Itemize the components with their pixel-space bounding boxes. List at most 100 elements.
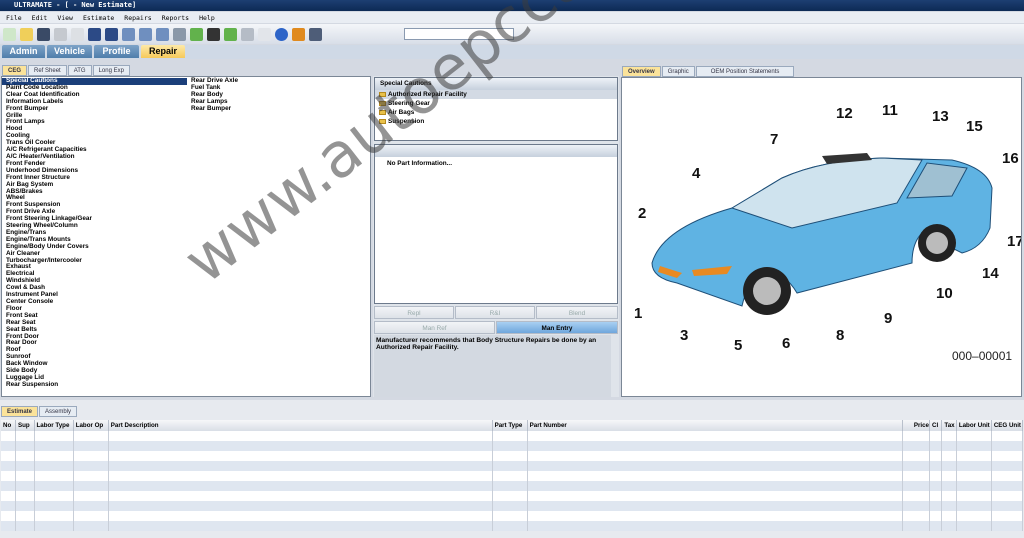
table-cell[interactable] [956,441,992,451]
table-cell[interactable] [902,521,930,531]
add-icon[interactable] [190,27,203,41]
tab-graphic[interactable]: Graphic [661,66,695,77]
table-cell[interactable] [902,511,930,521]
table-cell[interactable] [991,501,1024,511]
tab-oem-position-statements[interactable]: OEM Position Statements [695,66,795,77]
r-and-i-button[interactable]: R&I [455,306,535,319]
menu-repairs[interactable]: Repairs [124,14,151,22]
table-cell[interactable] [902,441,930,451]
table-cell[interactable] [902,491,930,501]
tab-assembly[interactable]: Assembly [39,406,78,417]
table-cell[interactable] [527,441,904,451]
table-cell[interactable] [73,451,109,461]
table-cell[interactable] [929,511,943,521]
table-cell[interactable] [15,501,35,511]
table-row[interactable] [1,491,1024,501]
table-cell[interactable] [929,491,943,501]
column-header[interactable]: No [1,420,16,431]
table-cell[interactable] [1,461,16,471]
table-cell[interactable] [34,471,74,481]
table-cell[interactable] [73,501,109,511]
tab-atg[interactable]: ATG [67,65,92,76]
tab-ref-sheet[interactable]: Ref Sheet [28,65,67,76]
table-cell[interactable] [492,471,528,481]
table-cell[interactable] [73,491,109,501]
caution-item[interactable]: Steering Gear [375,99,617,108]
search-icon[interactable] [173,27,186,41]
menu-view[interactable]: View [57,14,73,22]
book2-icon[interactable] [105,27,118,41]
table-cell[interactable] [956,471,992,481]
image-icon[interactable] [224,27,237,41]
column-header[interactable]: Part Number [527,420,904,431]
table-cell[interactable] [108,491,493,501]
table-cell[interactable] [108,481,493,491]
table-cell[interactable] [492,431,528,441]
table-cell[interactable] [108,501,493,511]
tab-estimate[interactable]: Estimate [1,406,39,417]
column-header[interactable]: Sup [15,420,35,431]
save-icon[interactable] [37,27,50,41]
table-cell[interactable] [73,461,109,471]
table-cell[interactable] [73,431,109,441]
table-cell[interactable] [902,481,930,491]
table-cell[interactable] [991,491,1024,501]
table-cell[interactable] [492,441,528,451]
table-cell[interactable] [1,511,16,521]
table-cell[interactable] [73,481,109,491]
pro-icon[interactable] [309,27,322,41]
table-row[interactable] [1,481,1024,491]
table-cell[interactable] [956,481,992,491]
table-row[interactable] [1,521,1024,531]
table-cell[interactable] [1,501,16,511]
blend-button[interactable]: Blend [536,306,618,319]
menu-help[interactable]: Help [199,14,215,22]
table-cell[interactable] [15,461,35,471]
table-cell[interactable] [991,511,1024,521]
table-cell[interactable] [991,451,1024,461]
caution-item[interactable]: Suspension [375,117,617,126]
table-cell[interactable] [15,521,35,531]
table-cell[interactable] [527,511,904,521]
table-cell[interactable] [15,511,35,521]
table-cell[interactable] [941,521,957,531]
caution-item[interactable]: Air Bags [375,108,617,117]
calculator-icon[interactable] [207,27,220,41]
table-cell[interactable] [15,451,35,461]
table-cell[interactable] [73,521,109,531]
table-cell[interactable] [108,431,493,441]
column-header[interactable]: Labor Type [34,420,74,431]
table-cell[interactable] [1,451,16,461]
open-icon[interactable] [20,27,33,41]
table-cell[interactable] [929,441,943,451]
ceg-list-item[interactable]: ABS/Brakes [2,188,187,196]
ceg-list-item[interactable]: Rear Door [2,340,187,347]
column-header[interactable]: CEG Unit [991,420,1024,431]
table-cell[interactable] [527,451,904,461]
menu-estimate[interactable]: Estimate [83,14,114,22]
table-cell[interactable] [34,461,74,471]
table-cell[interactable] [34,501,74,511]
table-cell[interactable] [1,521,16,531]
table-cell[interactable] [941,461,957,471]
menu-reports[interactable]: Reports [162,14,189,22]
tools-icon[interactable] [292,27,305,41]
table-cell[interactable] [929,451,943,461]
column-header[interactable]: Part Description [108,420,493,431]
table-cell[interactable] [492,491,528,501]
toolbar-input[interactable] [404,28,514,40]
table-cell[interactable] [527,501,904,511]
tab-ceg[interactable]: CEG [2,65,28,76]
table-cell[interactable] [1,431,16,441]
table-cell[interactable] [15,491,35,501]
tab-overview[interactable]: Overview [622,66,661,77]
table-cell[interactable] [527,481,904,491]
table-cell[interactable] [15,471,35,481]
menu-file[interactable]: File [6,14,22,22]
tab-long-exp[interactable]: Long Exp [92,65,130,76]
table-cell[interactable] [527,491,904,501]
table-cell[interactable] [73,441,109,451]
table-cell[interactable] [956,521,992,531]
table-cell[interactable] [34,491,74,501]
caution-item[interactable]: Authorized Repair Facility [375,90,617,99]
